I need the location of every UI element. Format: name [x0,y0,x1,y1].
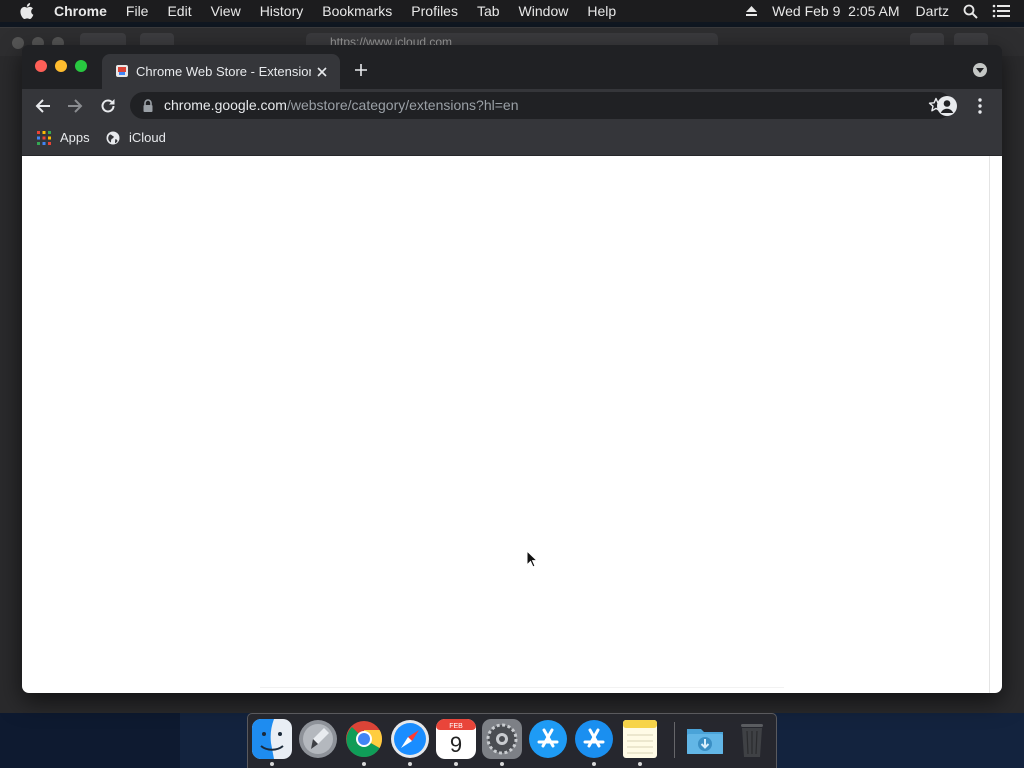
window-close-button[interactable] [35,60,47,72]
chrome-window: Chrome Web Store - Extensions chrome.goo… [22,45,1002,693]
new-tab-plus-icon[interactable] [353,62,369,78]
address-bar[interactable]: chrome.google.com/webstore/category/exte… [130,92,952,119]
system-preferences-running-indicator [500,762,504,766]
menu-file[interactable]: File [126,3,149,19]
menu-bar: Chrome File Edit View History Bookmarks … [0,0,1024,22]
eject-icon[interactable] [745,5,758,17]
chrome-icon[interactable] [344,719,384,759]
globe-icon [106,131,120,144]
safari-running-indicator [408,762,412,766]
apple-menu-icon[interactable] [20,3,36,19]
menu-tab[interactable]: Tab [477,3,500,19]
app-store-icon[interactable] [574,719,614,759]
finder-running-indicator [270,762,274,766]
url-path: /webstore/category/extensions?hl=en [286,97,519,113]
spotlight-search-icon[interactable] [963,4,978,19]
menubar-user[interactable]: Dartz [916,3,949,19]
control-center-list-icon[interactable] [992,4,1010,18]
menu-profiles[interactable]: Profiles [411,3,458,19]
page-content-area[interactable] [22,156,1002,693]
system-preferences-icon[interactable] [482,719,522,759]
menu-view[interactable]: View [211,3,241,19]
bookmarks-bar: Apps iCloud [22,122,1002,156]
calendar-icon[interactable]: FEB 9 [436,719,476,759]
window-minimize-button[interactable] [55,60,67,72]
mouse-pointer-icon [526,550,538,568]
safari-icon[interactable] [390,719,430,759]
scrollbar-track[interactable] [989,156,990,693]
chrome-menu-icon[interactable] [976,97,984,115]
content-divider [260,687,784,688]
reload-icon[interactable] [99,97,117,115]
launchpad-icon[interactable] [298,719,338,759]
tab-chrome-web-store[interactable]: Chrome Web Store - Extensions [102,54,340,89]
bookmark-icloud-label: iCloud [129,130,166,145]
apps-grid-icon [37,130,51,145]
menu-bookmarks[interactable]: Bookmarks [322,3,392,19]
tab-search-chevron-icon[interactable] [973,63,987,77]
tab-close-icon[interactable] [316,65,328,77]
profile-avatar-icon[interactable] [937,96,957,116]
address-url[interactable]: chrome.google.com/webstore/category/exte… [164,97,519,114]
notes-running-indicator [638,762,642,766]
calendar-month: FEB [449,723,463,730]
notes-icon[interactable] [620,719,660,759]
menu-edit[interactable]: Edit [167,3,191,19]
menubar-clock[interactable]: Wed Feb 9 2:05 AM [772,3,899,19]
finder-icon[interactable] [252,719,292,759]
trash-icon[interactable] [732,719,772,759]
menu-app-name[interactable]: Chrome [54,3,107,19]
bookmark-apps[interactable]: Apps [37,130,90,145]
url-host: chrome.google.com [164,97,287,113]
calendar-day: 9 [450,732,462,757]
dock: FEB 9 [247,713,777,768]
chrome-web-store-favicon-icon [116,65,128,77]
calendar-running-indicator [454,762,458,766]
tab-title: Chrome Web Store - Extensions [136,64,311,79]
menu-history[interactable]: History [260,3,304,19]
menu-window[interactable]: Window [519,3,569,19]
bookmark-apps-label: Apps [60,130,90,145]
app-store-running-indicator [592,762,596,766]
forward-arrow-icon[interactable] [66,97,84,115]
chrome-running-indicator [362,762,366,766]
menu-help[interactable]: Help [587,3,616,19]
app-store-icon[interactable] [528,719,568,759]
bookmark-icloud[interactable]: iCloud [106,130,166,145]
dock-separator [674,722,675,758]
window-zoom-button[interactable] [75,60,87,72]
lock-icon[interactable] [142,99,154,112]
back-arrow-icon[interactable] [34,97,52,115]
downloads-folder-icon[interactable] [685,719,725,759]
tab-strip: Chrome Web Store - Extensions [22,45,1002,89]
browser-toolbar: chrome.google.com/webstore/category/exte… [22,89,1002,122]
